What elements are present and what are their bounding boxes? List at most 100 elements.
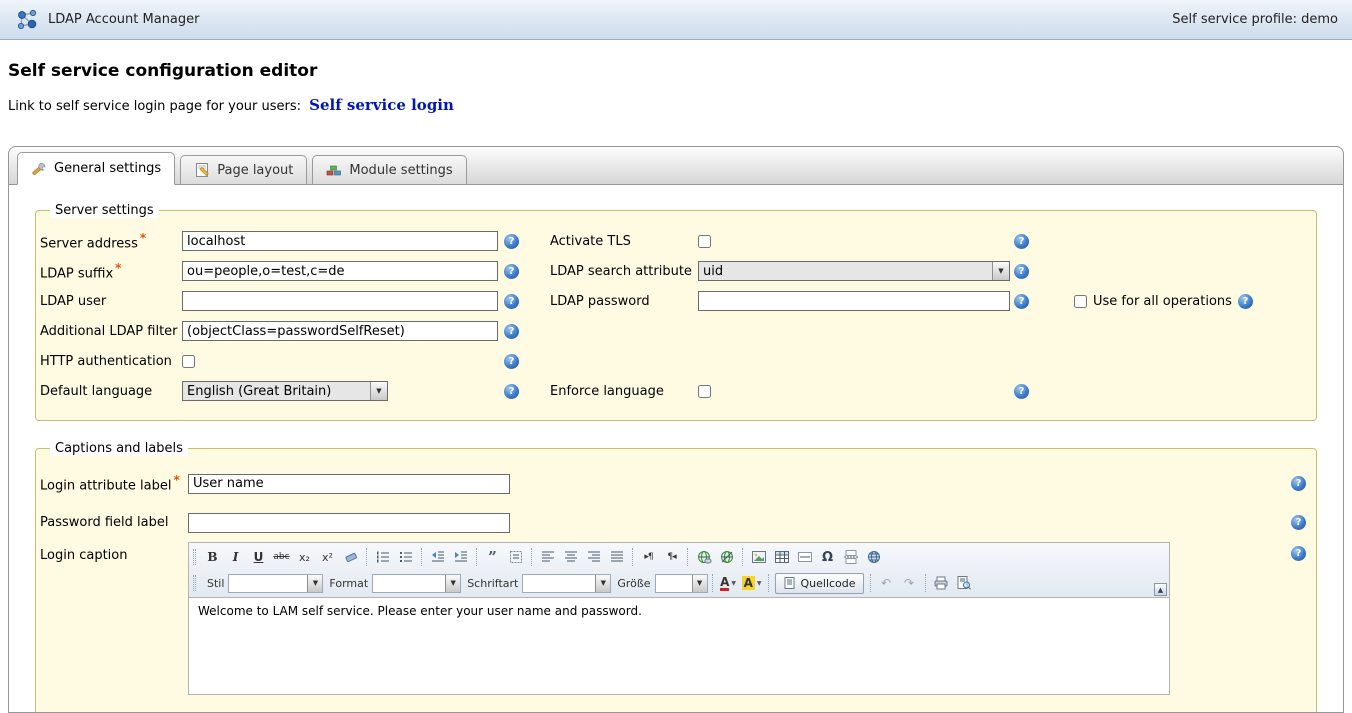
help-icon[interactable]: ? [1014, 294, 1029, 309]
ldap-user-label: LDAP user [40, 294, 182, 309]
ldap-search-attribute-select[interactable]: uid ▼ [698, 261, 1010, 281]
page-break-button[interactable] [840, 547, 861, 568]
special-character-button[interactable]: Ω [817, 547, 838, 568]
redo-button[interactable]: ↷ [899, 573, 920, 594]
insert-link-button[interactable] [693, 547, 714, 568]
password-field-label-input[interactable] [188, 513, 510, 533]
help-icon[interactable]: ? [1291, 515, 1306, 530]
captions-and-labels-fieldset: Captions and labels Login attribute labe… [35, 441, 1317, 713]
ldap-user-input[interactable] [182, 291, 498, 311]
undo-button[interactable]: ↶ [876, 573, 897, 594]
help-icon[interactable]: ? [1014, 234, 1029, 249]
align-left-button[interactable] [537, 547, 558, 568]
outdent-button[interactable] [427, 547, 448, 568]
numbered-list-icon [375, 549, 391, 565]
additional-ldap-filter-input[interactable] [182, 321, 498, 341]
align-left-icon [540, 549, 556, 565]
print-button[interactable] [931, 573, 952, 594]
server-address-input[interactable] [182, 231, 498, 251]
help-icon[interactable]: ? [504, 354, 519, 369]
server-settings-fieldset: Server settings Server address* ? Activa… [35, 203, 1317, 421]
use-for-all-operations-checkbox[interactable] [1074, 295, 1087, 308]
format-combo[interactable]: ▼ [372, 574, 461, 593]
ldap-password-input[interactable] [698, 291, 1010, 311]
editor-scroll-up-button[interactable]: ▲ [1154, 583, 1167, 596]
login-attribute-label-input[interactable] [188, 474, 510, 494]
numbered-list-button[interactable] [372, 547, 393, 568]
insert-table-button[interactable] [771, 547, 792, 568]
iframe-button[interactable] [863, 547, 884, 568]
superscript-button[interactable]: x² [317, 547, 338, 568]
http-authentication-label: HTTP authentication [40, 354, 182, 369]
lam-logo-icon [14, 7, 40, 33]
align-center-button[interactable] [560, 547, 581, 568]
activate-tls-checkbox[interactable] [698, 235, 711, 248]
font-combo[interactable]: ▼ [522, 574, 611, 593]
chevron-down-icon: ▼ [731, 580, 736, 587]
default-language-select[interactable]: English (Great Britain) ▼ [182, 381, 388, 401]
login-attribute-label-row: Login attribute label* ? [40, 464, 1306, 503]
style-combo[interactable]: ▼ [228, 574, 323, 593]
unlink-globe-icon [719, 549, 735, 565]
subscript-button[interactable]: x₂ [294, 547, 315, 568]
justify-button[interactable] [606, 547, 627, 568]
self-service-login-link[interactable]: Self service login [309, 96, 454, 114]
tab-label: General settings [54, 161, 161, 176]
dropdown-arrow-icon[interactable]: ▼ [992, 262, 1009, 280]
underline-button[interactable]: U [248, 547, 269, 568]
help-icon[interactable]: ? [1291, 546, 1306, 561]
login-caption-row: Login caption B I U abc x₂ x² [40, 542, 1306, 695]
toolbar-grip [193, 575, 196, 591]
help-icon[interactable]: ? [1291, 476, 1306, 491]
background-color-button[interactable]: A ▼ [741, 573, 763, 594]
preview-button[interactable] [954, 573, 975, 594]
tab-page-layout[interactable]: Page layout [180, 155, 307, 184]
preview-icon [956, 575, 972, 591]
dropdown-arrow-icon[interactable]: ▼ [307, 575, 322, 592]
source-button[interactable]: Quellcode [775, 573, 864, 594]
div-container-button[interactable] [505, 547, 526, 568]
tab-module-settings[interactable]: Module settings [312, 155, 466, 184]
text-color-button[interactable]: A ▼ [718, 573, 739, 594]
app-title: LDAP Account Manager [48, 12, 200, 27]
help-icon[interactable]: ? [504, 324, 519, 339]
help-icon[interactable]: ? [504, 294, 519, 309]
horizontal-rule-button[interactable] [794, 547, 815, 568]
editor-content[interactable]: Welcome to LAM self service. Please ente… [189, 597, 1169, 694]
strikethrough-button[interactable]: abc [271, 547, 292, 568]
http-authentication-checkbox[interactable] [182, 355, 195, 368]
dropdown-arrow-icon[interactable]: ▼ [370, 382, 387, 400]
help-icon[interactable]: ? [504, 234, 519, 249]
enforce-language-checkbox[interactable] [698, 385, 711, 398]
tab-general-settings[interactable]: General settings [17, 152, 175, 185]
indent-button[interactable] [450, 547, 471, 568]
help-icon[interactable]: ? [1238, 294, 1253, 309]
help-icon[interactable]: ? [1014, 264, 1029, 279]
size-combo-label: Größe [617, 577, 650, 590]
select-value: uid [699, 262, 992, 280]
dropdown-arrow-icon[interactable]: ▼ [692, 575, 707, 592]
help-icon[interactable]: ? [504, 384, 519, 399]
bulleted-list-button[interactable] [395, 547, 416, 568]
italic-button[interactable]: I [225, 547, 246, 568]
ldap-password-label: LDAP password [550, 294, 698, 309]
label-text: LDAP suffix [40, 266, 113, 281]
dropdown-arrow-icon[interactable]: ▼ [595, 575, 610, 592]
blockquote-button[interactable]: ” [482, 547, 503, 568]
dropdown-arrow-icon[interactable]: ▼ [445, 575, 460, 592]
page-layout-icon [194, 162, 210, 178]
text-direction-rtl-button[interactable]: ¶◂ [661, 547, 682, 568]
ldap-suffix-input[interactable] [182, 261, 498, 281]
remove-format-button[interactable] [340, 547, 361, 568]
toolbar-separator [531, 548, 532, 566]
login-link-line: Link to self service login page for your… [8, 96, 1352, 114]
remove-link-button[interactable] [716, 547, 737, 568]
size-combo[interactable]: ▼ [655, 574, 708, 593]
bold-button[interactable]: B [202, 547, 223, 568]
main-panel: General settings Page layout Module sett… [8, 146, 1344, 713]
align-right-button[interactable] [583, 547, 604, 568]
help-icon[interactable]: ? [1014, 384, 1029, 399]
text-direction-ltr-button[interactable]: ▸¶ [638, 547, 659, 568]
insert-image-button[interactable] [748, 547, 769, 568]
help-icon[interactable]: ? [504, 264, 519, 279]
